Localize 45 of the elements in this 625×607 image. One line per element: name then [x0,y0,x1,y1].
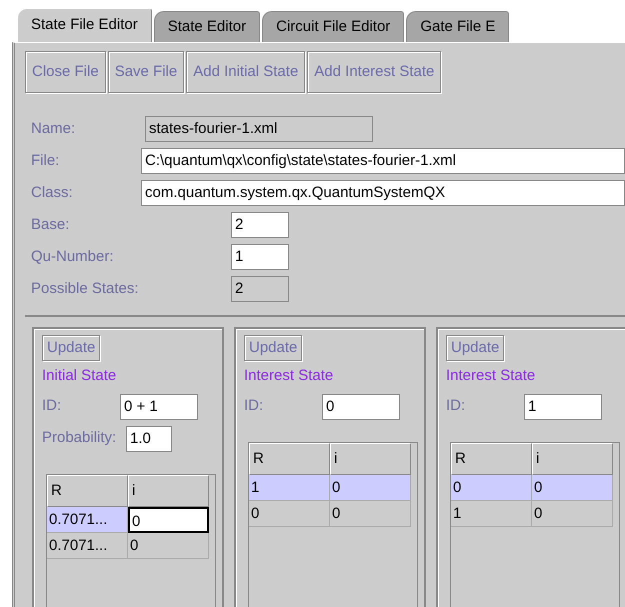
table-cell: 0.7071... [47,506,128,532]
text-field[interactable]: states-fourier-1.xml [145,116,373,142]
state-title: Initial State [42,366,118,386]
id-field[interactable]: 1 [524,394,602,420]
table-cell: 0 [330,500,411,526]
table-cell: 0 [128,532,209,558]
field-label: ID: [244,396,264,416]
text-field[interactable]: 2 [231,276,289,302]
id-field[interactable]: 0 [322,394,400,420]
text-field[interactable]: 2 [231,212,289,238]
field-label: Name: [31,118,76,139]
field-label: Class: [31,182,74,203]
tab[interactable]: Gate File E [406,11,510,42]
table-cell: 0.7071... [47,532,128,558]
table-cell: 0 [249,500,330,526]
column-header[interactable]: i [128,474,209,506]
field-label: Probability: [42,428,118,448]
cell-editor[interactable]: 0 [128,506,209,532]
tab[interactable]: State File Editor [17,8,152,42]
table-cell: 1 [451,500,532,526]
field-label: Qu-Number: [31,246,115,267]
field-label: ID: [446,396,466,416]
state-title: Interest State [244,366,334,386]
table-cell: 0 [330,474,411,500]
field-label: Base: [31,214,70,235]
field-label: File: [31,150,60,171]
table-cell: 0 [532,474,613,500]
table-cell: 0 [451,474,532,500]
table-cell: 1 [249,474,330,500]
column-header[interactable]: R [451,442,532,474]
table-cell: 0 [532,500,613,526]
id-field[interactable]: 0 + 1 [120,394,198,420]
tab[interactable]: Circuit File Editor [262,11,404,42]
text-field[interactable]: com.quantum.system.qx.QuantumSystemQX [141,180,625,206]
text-field[interactable]: 1 [231,244,289,270]
field-label: ID: [42,396,62,416]
tab[interactable]: State Editor [154,11,260,42]
column-header[interactable]: R [47,474,128,506]
state-title: Interest State [446,366,536,386]
column-header[interactable]: i [532,442,613,474]
column-header[interactable]: i [330,442,411,474]
field-label: Possible States: [31,278,140,299]
probability-field[interactable]: 1.0 [126,426,172,452]
text-field[interactable]: C:\quantum\qx\config\state\states-fourier-1.xml [141,148,625,174]
column-header[interactable]: R [249,442,330,474]
